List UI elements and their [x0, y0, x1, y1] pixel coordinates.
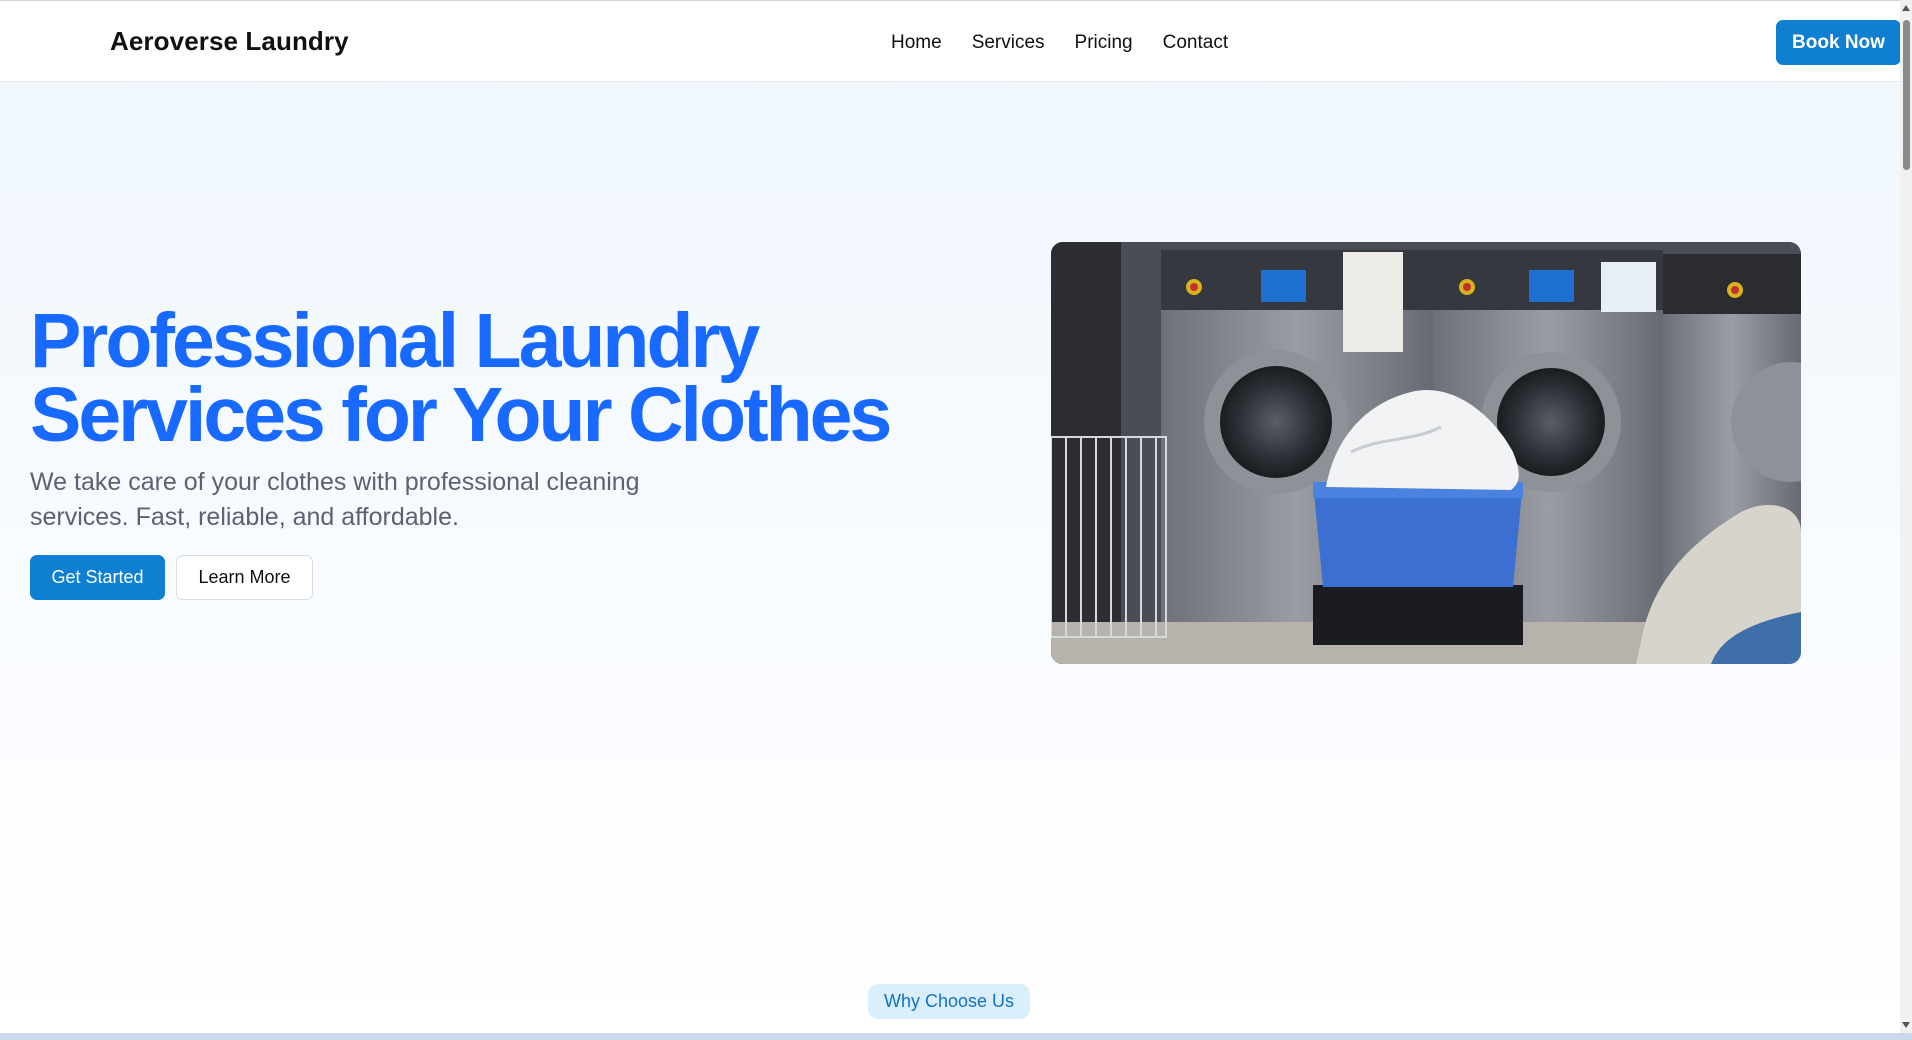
- hero-subtitle-line1: We take care of your clothes with profes…: [30, 468, 640, 496]
- hero-button-row: Get Started Learn More: [30, 555, 313, 600]
- nav-services-link[interactable]: Services: [972, 32, 1045, 54]
- hero-title: Professional Laundry Services for Your C…: [30, 303, 930, 454]
- why-choose-us-badge: Why Choose Us: [868, 984, 1031, 1019]
- scroll-thumb[interactable]: [1903, 20, 1910, 170]
- top-navbar: Aeroverse Laundry Home Services Pricing …: [0, 0, 1900, 82]
- hero-subtitle-line2: services. Fast, reliable, and affordable…: [30, 503, 459, 531]
- learn-more-button[interactable]: Learn More: [176, 555, 313, 600]
- page-scrollbar[interactable]: [1900, 0, 1912, 1040]
- laundromat-hero-image: [1051, 242, 1801, 664]
- hero-subtitle: We take care of your clothes with profes…: [30, 465, 730, 535]
- get-started-button[interactable]: Get Started: [30, 555, 165, 600]
- bottom-edge-strip: [0, 1033, 1912, 1040]
- scroll-down-arrow-icon[interactable]: [1902, 1022, 1910, 1028]
- brand-logo-text[interactable]: Aeroverse Laundry: [110, 26, 349, 57]
- book-now-button[interactable]: Book Now: [1776, 20, 1900, 65]
- nav-contact-link[interactable]: Contact: [1163, 32, 1228, 54]
- nav-pricing-link[interactable]: Pricing: [1075, 32, 1133, 54]
- main-nav: Home Services Pricing Contact: [891, 32, 1228, 54]
- hero-title-line2: Services for Your Clothes: [30, 372, 892, 458]
- nav-home-link[interactable]: Home: [891, 32, 942, 54]
- page-viewport: Aeroverse Laundry Home Services Pricing …: [0, 0, 1900, 1033]
- scroll-up-arrow-icon[interactable]: [1902, 5, 1910, 11]
